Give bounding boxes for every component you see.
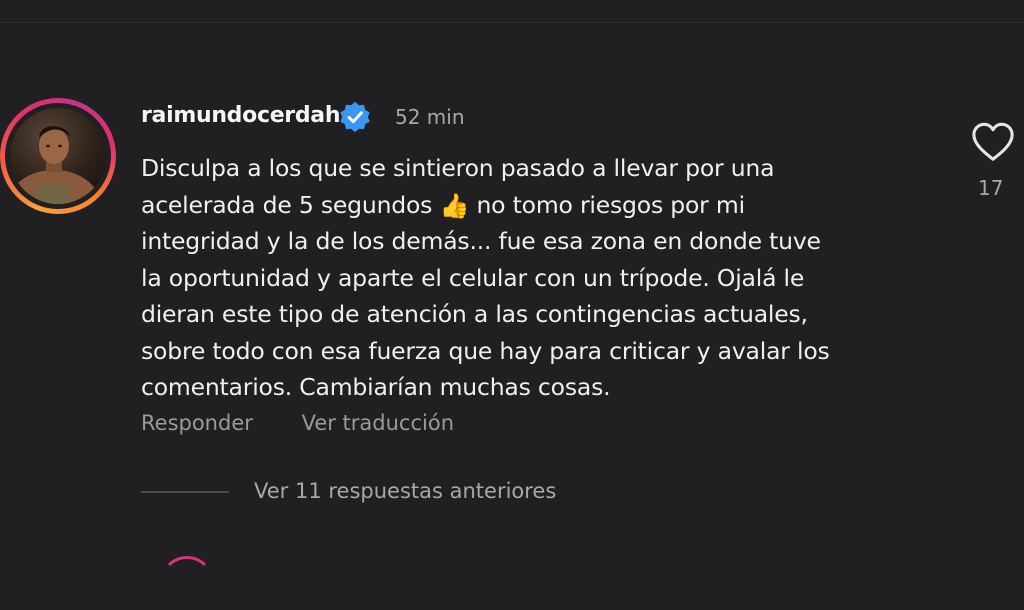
comment-text: Disculpa a los que se sintieron pasado a… (141, 150, 941, 406)
top-divider (0, 22, 1024, 23)
avatar-photo (10, 126, 100, 204)
comment-line: no tomo riesgos por mi (476, 190, 745, 219)
view-replies-button[interactable]: Ver 11 respuestas anteriores (254, 479, 556, 503)
next-comment-avatar-ring[interactable] (160, 556, 214, 610)
comment-line: comentarios. Cambiarían muchas cosas. (141, 373, 611, 401)
avatar (10, 108, 106, 204)
comment-line: sobre todo con esa fuerza que hay para c… (141, 336, 830, 365)
comment-timestamp: 52 min (395, 105, 465, 129)
translate-button[interactable]: Ver traducción (302, 411, 454, 435)
comment-line-with-emoji: acelerada de 5 segundos 👍 no tomo riesgo… (141, 187, 941, 224)
thumbs-up-emoji: 👍 (439, 191, 470, 220)
comment-username[interactable]: raimundocerdah (141, 103, 341, 128)
replies-divider (141, 491, 229, 493)
comment-line: la oportunidad y aparte el celular con u… (141, 263, 805, 292)
like-count: 17 (978, 176, 1004, 200)
comment-line: dieran este tipo de atención a las conti… (141, 300, 808, 328)
heart-icon[interactable] (970, 120, 1016, 164)
reply-button[interactable]: Responder (141, 411, 253, 435)
verified-badge-icon (340, 101, 370, 133)
comment-line: Disculpa a los que se sintieron pasado a… (141, 154, 775, 182)
comment-line: integridad y la de los demás... fue esa … (141, 227, 821, 255)
comment-actions: Responder Ver traducción (141, 411, 496, 435)
comment-line: acelerada de 5 segundos (141, 190, 433, 219)
avatar-story-ring[interactable] (0, 98, 116, 214)
